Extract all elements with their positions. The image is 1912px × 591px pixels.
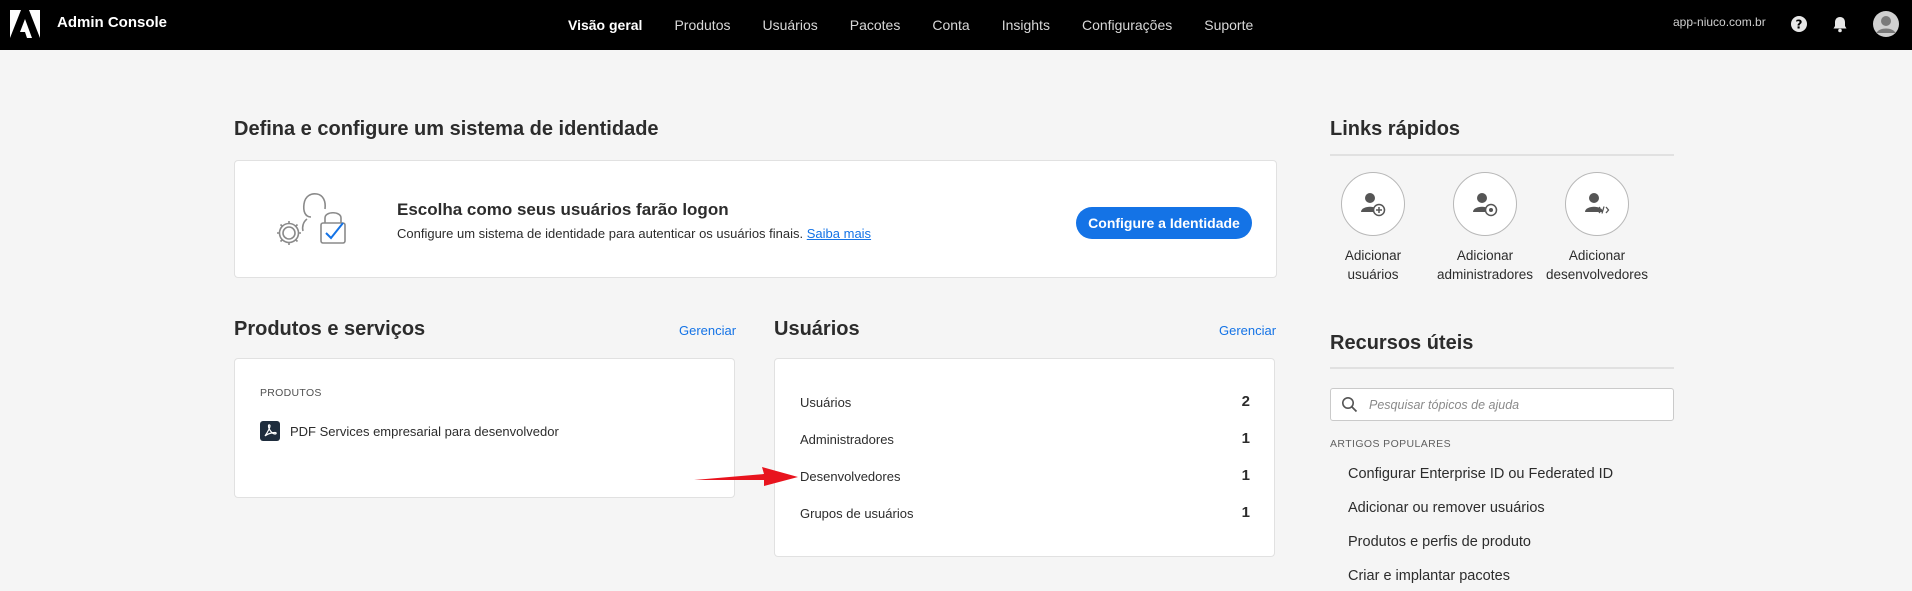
- identity-description: Configure um sistema de identidade para …: [397, 226, 871, 241]
- nav-overview[interactable]: Visão geral: [568, 17, 642, 33]
- adobe-logo-icon[interactable]: [10, 10, 40, 38]
- article-link[interactable]: Criar e implantar pacotes: [1348, 568, 1510, 584]
- products-section-title: Produtos e serviços: [234, 318, 426, 340]
- help-search: [1330, 388, 1674, 421]
- products-label: PRODUTOS: [260, 387, 322, 399]
- quick-link-label-line2: usuários: [1347, 267, 1399, 282]
- product-name: PDF Services empresarial para desenvolve…: [290, 423, 559, 439]
- row-label: Grupos de usuários: [800, 506, 914, 521]
- quick-link-label-line1: Adicionar: [1344, 248, 1402, 263]
- app-title[interactable]: Admin Console: [57, 14, 167, 31]
- popular-articles-label: ARTIGOS POPULARES: [1330, 438, 1451, 450]
- article-link[interactable]: Configurar Enterprise ID ou Federated ID: [1348, 466, 1613, 482]
- identity-illustration-icon: [277, 193, 346, 245]
- row-label: Administradores: [800, 432, 894, 447]
- add-developer-circle: [1565, 172, 1629, 236]
- nav-products[interactable]: Produtos: [674, 17, 730, 33]
- nav-settings[interactable]: Configurações: [1082, 17, 1172, 33]
- quick-link-add-users[interactable]: Adicionar usuários: [1318, 172, 1428, 284]
- resources-divider: [1330, 367, 1674, 369]
- quick-link-label-line2: administradores: [1436, 267, 1534, 282]
- identity-heading: Escolha como seus usuários farão logon: [397, 200, 729, 219]
- quick-link-label: Adicionar administradores: [1430, 246, 1540, 284]
- article-link[interactable]: Produtos e perfis de produto: [1348, 534, 1531, 550]
- help-search-input[interactable]: [1367, 394, 1667, 416]
- users-row-user-groups[interactable]: Grupos de usuários 1: [800, 504, 1250, 524]
- users-section-title: Usuários: [774, 318, 860, 340]
- products-manage-link[interactable]: Gerenciar: [679, 323, 736, 338]
- configure-identity-button[interactable]: Configure a Identidade: [1076, 207, 1252, 239]
- nav-users[interactable]: Usuários: [763, 17, 818, 33]
- add-user-icon: [1361, 193, 1386, 217]
- acrobat-pdf-icon: [260, 421, 280, 441]
- row-label: Desenvolvedores: [800, 469, 901, 484]
- nav-account[interactable]: Conta: [932, 17, 969, 33]
- top-bar: Admin Console Visão geral Produtos Usuár…: [0, 0, 1912, 50]
- users-row-users[interactable]: Usuários 2: [800, 393, 1250, 413]
- identity-card: Escolha como seus usuários farão logon C…: [234, 160, 1277, 278]
- nav-packages[interactable]: Pacotes: [850, 17, 901, 33]
- quick-link-label-line2: desenvolvedores: [1545, 267, 1649, 282]
- identity-section-title: Defina e configure um sistema de identid…: [234, 118, 659, 140]
- add-admin-gear-icon: [1473, 193, 1498, 217]
- row-label: Usuários: [800, 395, 852, 410]
- users-manage-link[interactable]: Gerenciar: [1219, 323, 1276, 338]
- quick-link-label: Adicionar usuários: [1318, 246, 1428, 284]
- quick-link-label-line1: Adicionar: [1568, 248, 1626, 263]
- search-icon: [1342, 397, 1358, 413]
- quick-link-label: Adicionar desenvolvedores: [1542, 246, 1652, 284]
- main-nav: Visão geral Produtos Usuários Pacotes Co…: [568, 0, 1285, 50]
- users-row-developers[interactable]: Desenvolvedores 1: [800, 467, 1250, 487]
- product-item[interactable]: PDF Services empresarial para desenvolve…: [260, 421, 559, 441]
- products-card: PRODUTOS PDF Services empresarial para d…: [234, 358, 735, 498]
- users-row-admins[interactable]: Administradores 1: [800, 430, 1250, 450]
- quick-links-title: Links rápidos: [1330, 118, 1461, 140]
- org-switcher[interactable]: app-niuco.com.br: [1673, 15, 1766, 29]
- quick-link-add-admins[interactable]: Adicionar administradores: [1430, 172, 1540, 284]
- resources-title: Recursos úteis: [1330, 332, 1474, 354]
- add-user-circle: [1341, 172, 1405, 236]
- row-count: 1: [1241, 467, 1250, 484]
- quick-link-label-line1: Adicionar: [1456, 248, 1514, 263]
- row-count: 2: [1241, 393, 1250, 410]
- notifications-bell-icon[interactable]: [1830, 14, 1850, 34]
- nav-insights[interactable]: Insights: [1002, 17, 1050, 33]
- users-card: Usuários 2 Administradores 1 Desenvolved…: [774, 358, 1275, 557]
- learn-more-link[interactable]: Saiba mais: [807, 226, 871, 241]
- quick-link-add-developers[interactable]: Adicionar desenvolvedores: [1542, 172, 1652, 284]
- svg-text:?: ?: [1796, 18, 1803, 32]
- help-icon[interactable]: ?: [1789, 14, 1809, 34]
- add-developer-code-icon: [1585, 193, 1610, 214]
- annotation-arrow-icon: [694, 467, 798, 486]
- quick-links-divider: [1330, 154, 1674, 156]
- user-avatar-icon[interactable]: [1873, 11, 1899, 37]
- add-admin-circle: [1453, 172, 1517, 236]
- identity-text: Configure um sistema de identidade para …: [397, 226, 804, 241]
- row-count: 1: [1241, 430, 1250, 447]
- row-count: 1: [1241, 504, 1250, 521]
- article-link[interactable]: Adicionar ou remover usuários: [1348, 500, 1545, 516]
- nav-support[interactable]: Suporte: [1204, 17, 1253, 33]
